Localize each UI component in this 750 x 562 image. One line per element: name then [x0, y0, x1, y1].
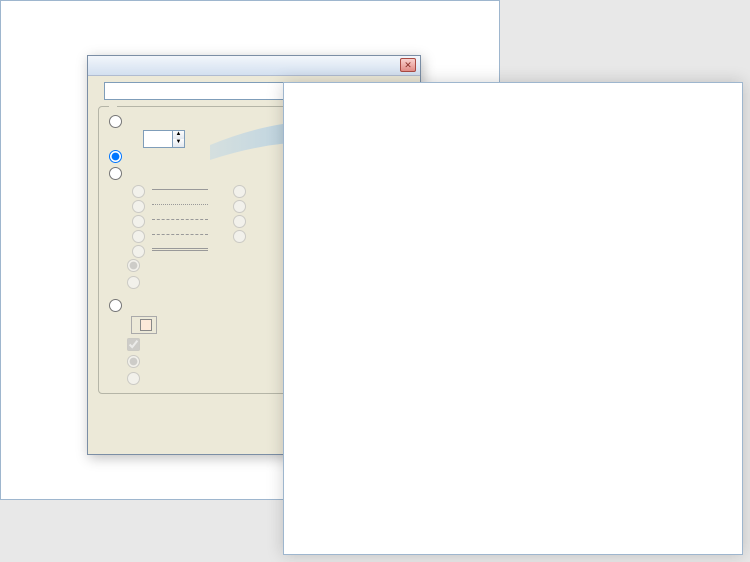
- color-swatch-icon: [140, 319, 152, 331]
- spreadsheet-front: [283, 82, 743, 555]
- radio-border[interactable]: [109, 167, 122, 180]
- radio-thick-thick: [233, 230, 246, 243]
- chevron-up-icon[interactable]: ▲: [172, 131, 184, 139]
- close-icon[interactable]: ✕: [400, 58, 416, 72]
- radio-apply-column: [127, 259, 140, 272]
- radio-style-3: [132, 215, 145, 228]
- radio-color-column: [127, 355, 140, 368]
- empty-rows-stepper[interactable]: ▲▼: [143, 130, 185, 148]
- radio-empty-rows[interactable]: [109, 115, 122, 128]
- check-remove-existing: [127, 338, 140, 351]
- dialog-titlebar[interactable]: ✕: [88, 56, 420, 76]
- radio-style-2: [132, 200, 145, 213]
- radio-style-4: [132, 230, 145, 243]
- radio-page-break[interactable]: [109, 150, 122, 163]
- radio-thick-thin: [233, 200, 246, 213]
- radio-style-5: [132, 245, 145, 258]
- radio-color-row: [127, 372, 140, 385]
- cell-color-picker: [131, 316, 157, 334]
- chevron-down-icon[interactable]: ▼: [172, 139, 184, 147]
- radio-thick-medium: [233, 215, 246, 228]
- radio-style-1: [132, 185, 145, 198]
- radio-alt-color[interactable]: [109, 299, 122, 312]
- radio-apply-row: [127, 276, 140, 289]
- radio-thick-hairline: [233, 185, 246, 198]
